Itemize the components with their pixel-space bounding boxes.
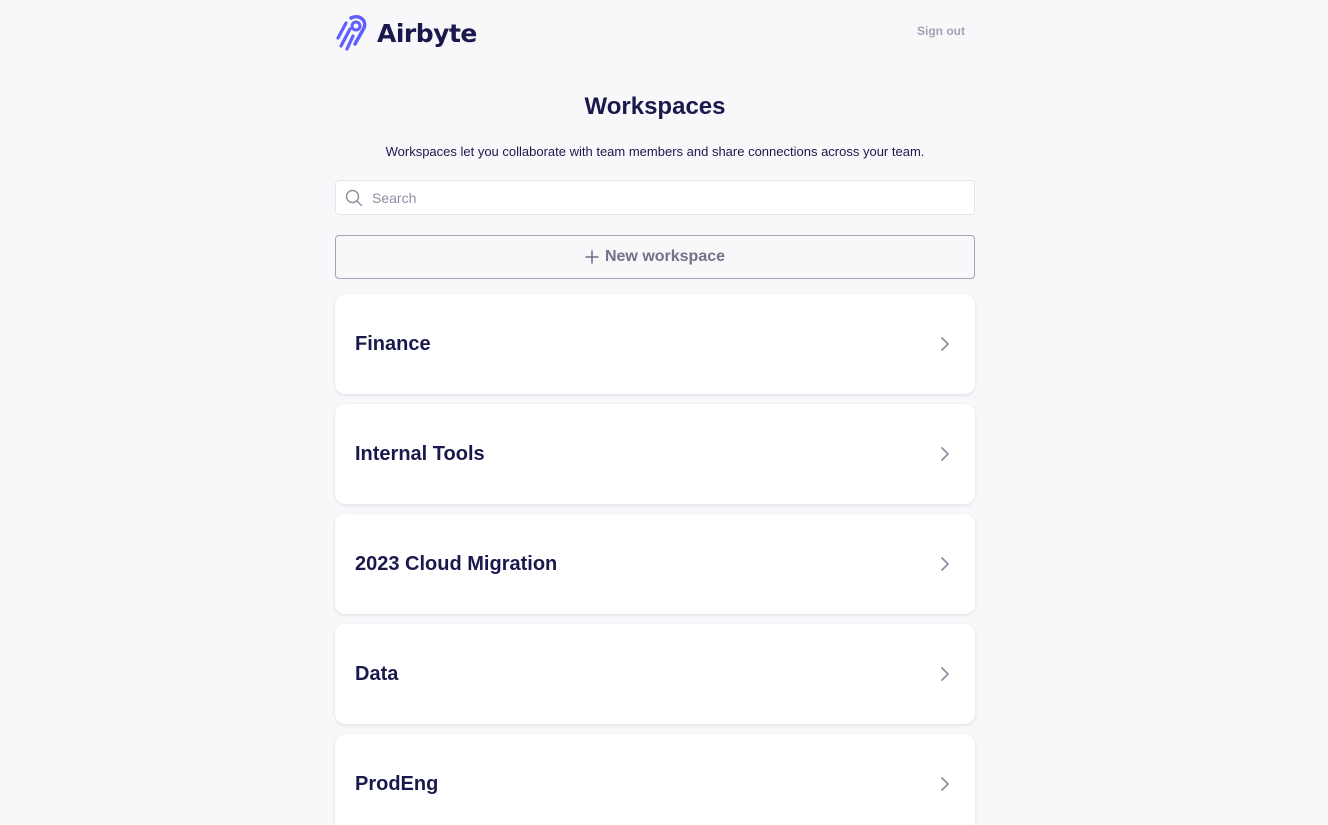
page-title: Workspaces — [584, 93, 726, 120]
chevron-right-icon — [941, 337, 949, 351]
workspace-name: 2023 Cloud Migration — [355, 552, 558, 575]
search-input[interactable] — [372, 189, 974, 206]
new-workspace-button[interactable]: New workspace — [335, 235, 975, 279]
brand-name: Airbyte — [377, 18, 477, 48]
workspace-item-finance[interactable]: Finance — [335, 294, 975, 394]
workspace-list: Finance Internal Tools 2023 Cloud Migrat… — [335, 294, 975, 825]
sign-out-button[interactable]: Sign out — [917, 24, 965, 38]
workspaces-page: Airbyte Sign out Workspaces Workspaces l… — [0, 0, 1328, 825]
search-icon — [345, 189, 363, 206]
page-subtitle: Workspaces let you collaborate with team… — [385, 144, 925, 159]
main-container: Airbyte Sign out Workspaces Workspaces l… — [335, 0, 975, 825]
workspace-name: Finance — [355, 332, 431, 355]
chevron-right-icon — [941, 667, 949, 681]
workspace-item-internal-tools[interactable]: Internal Tools — [335, 404, 975, 504]
workspace-item-data[interactable]: Data — [335, 624, 975, 724]
workspace-item-2023-cloud-migration[interactable]: 2023 Cloud Migration — [335, 514, 975, 614]
chevron-right-icon — [941, 447, 949, 461]
workspace-name: Data — [355, 662, 399, 685]
new-workspace-label: New workspace — [604, 248, 726, 265]
chevron-right-icon — [941, 557, 949, 571]
airbyte-logo-icon — [336, 15, 367, 51]
top-bar: Airbyte Sign out — [335, 0, 975, 70]
plus-icon — [585, 250, 599, 264]
workspace-name: Internal Tools — [355, 442, 485, 465]
workspace-name: ProdEng — [355, 772, 439, 795]
chevron-right-icon — [941, 777, 949, 791]
search-box[interactable] — [335, 180, 975, 215]
brand-logo[interactable]: Airbyte — [335, 14, 477, 52]
workspace-item-prodeng[interactable]: ProdEng — [335, 734, 975, 825]
